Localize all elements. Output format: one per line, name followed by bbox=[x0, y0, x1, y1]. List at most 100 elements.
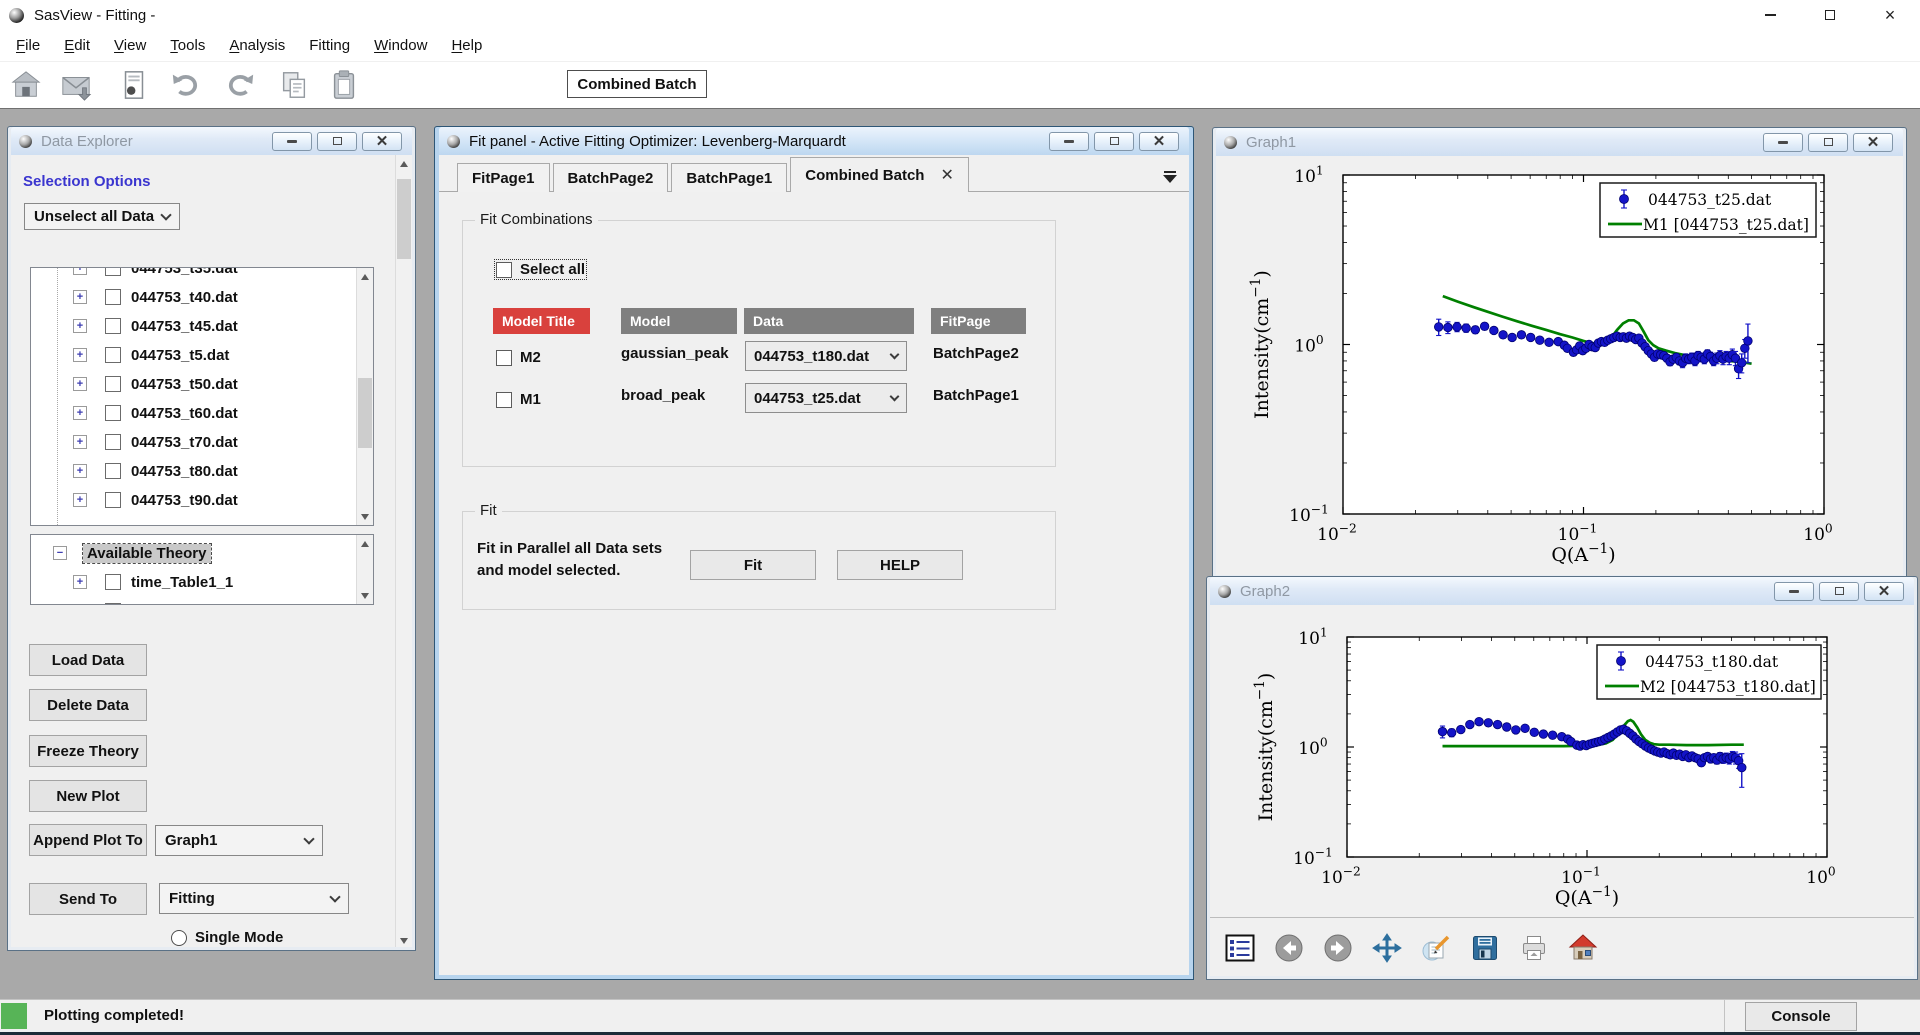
model-checkbox-m1[interactable]: M1 bbox=[496, 391, 541, 408]
scroll-up-icon[interactable] bbox=[357, 268, 373, 285]
checkbox-icon[interactable] bbox=[105, 347, 121, 363]
tree-item-label[interactable]: 044753_t90.dat bbox=[131, 492, 238, 509]
scroll-up-icon[interactable] bbox=[357, 535, 373, 552]
new-plot-button[interactable]: New Plot bbox=[29, 780, 147, 812]
undo-icon[interactable] bbox=[168, 67, 204, 103]
tree-row[interactable]: −Available Theory bbox=[31, 539, 373, 568]
load-data-button[interactable]: Load Data bbox=[29, 644, 147, 676]
menu-item-help[interactable]: Help bbox=[439, 32, 494, 59]
tree-row[interactable]: +044753_t60.dat bbox=[31, 399, 373, 428]
help-button[interactable]: HELP bbox=[837, 550, 963, 580]
menu-item-edit[interactable]: Edit bbox=[52, 32, 102, 59]
tab-batchpage1[interactable]: BatchPage1 bbox=[671, 163, 787, 192]
scroll-up-icon[interactable] bbox=[396, 155, 412, 172]
panel-scrollbar[interactable] bbox=[395, 155, 412, 947]
expand-icon[interactable]: + bbox=[73, 575, 87, 589]
checkbox-icon[interactable] bbox=[105, 289, 121, 305]
pan-icon[interactable] bbox=[1371, 932, 1403, 964]
append-plot-combo[interactable]: Graph1 bbox=[155, 825, 323, 856]
paste-icon[interactable] bbox=[326, 67, 362, 103]
tree-row[interactable]: +044753_t70.dat bbox=[31, 428, 373, 457]
expand-icon[interactable]: + bbox=[73, 319, 87, 333]
menu-item-analysis[interactable]: Analysis bbox=[217, 32, 297, 59]
expand-icon[interactable]: + bbox=[73, 377, 87, 391]
freeze-theory-button[interactable]: Freeze Theory bbox=[29, 735, 147, 767]
tree-item-label[interactable]: 044753_t40.dat bbox=[131, 289, 238, 306]
checkbox-icon[interactable] bbox=[105, 267, 121, 276]
console-button[interactable]: Console bbox=[1745, 1002, 1857, 1031]
expand-icon[interactable]: + bbox=[73, 464, 87, 478]
expand-icon[interactable]: + bbox=[73, 406, 87, 420]
single-mode-radio[interactable]: Single Mode bbox=[171, 929, 283, 946]
checkbox-icon[interactable] bbox=[105, 603, 121, 605]
data-tree[interactable]: +044753_t35.dat+044753_t40.dat+044753_t4… bbox=[30, 267, 374, 526]
tree-item-label[interactable]: 044753_t80.dat bbox=[131, 463, 238, 480]
close-icon[interactable]: ✕ bbox=[1139, 132, 1179, 151]
model-checkbox-m2[interactable]: M2 bbox=[496, 349, 541, 366]
close-icon[interactable]: ✕ bbox=[1853, 133, 1893, 152]
checkbox-icon[interactable] bbox=[496, 350, 512, 366]
maximize-icon[interactable] bbox=[1094, 132, 1134, 151]
checkbox-icon[interactable] bbox=[105, 492, 121, 508]
tree-item-label[interactable]: 044753_t45.dat bbox=[131, 318, 238, 335]
report-icon[interactable] bbox=[116, 67, 152, 103]
tree-item-label[interactable]: 044753_t60.dat bbox=[131, 405, 238, 422]
expand-icon[interactable]: + bbox=[73, 604, 87, 605]
menu-item-tools[interactable]: Tools bbox=[158, 32, 217, 59]
minimize-icon[interactable] bbox=[1740, 0, 1800, 30]
checkbox-icon[interactable] bbox=[105, 405, 121, 421]
append-plot-to-button[interactable]: Append Plot To bbox=[29, 824, 147, 856]
minimize-icon[interactable] bbox=[1049, 132, 1089, 151]
maximize-icon[interactable] bbox=[1800, 0, 1860, 30]
theory-tree-scrollbar[interactable] bbox=[356, 535, 373, 604]
tab-combined-batch[interactable]: Combined Batch✕ bbox=[790, 157, 969, 192]
copy-icon[interactable] bbox=[276, 67, 312, 103]
save-icon[interactable] bbox=[1469, 932, 1501, 964]
theory-tree[interactable]: −Available Theory + time_Table1_1 + bbox=[30, 534, 374, 605]
expand-icon[interactable]: + bbox=[73, 267, 87, 275]
scroll-down-icon[interactable] bbox=[396, 932, 412, 947]
minimize-icon[interactable] bbox=[1774, 582, 1814, 601]
tree-row[interactable]: +044753_t45.dat bbox=[31, 312, 373, 341]
tree-row[interactable]: + time_Table1_1 bbox=[31, 568, 373, 597]
maximize-icon[interactable] bbox=[1819, 582, 1859, 601]
tree-item-label[interactable]: 044753_t50.dat bbox=[131, 376, 238, 393]
fit-button[interactable]: Fit bbox=[690, 550, 816, 580]
tree-row[interactable]: +044753_t40.dat bbox=[31, 283, 373, 312]
save-project-icon[interactable] bbox=[58, 67, 94, 103]
graph1-plot[interactable]: 10−210−110010−1100101044753_t25.datM1 [0… bbox=[1216, 156, 1903, 575]
close-icon[interactable]: × bbox=[1860, 0, 1920, 30]
menu-item-file[interactable]: File bbox=[4, 32, 52, 59]
print-icon[interactable] bbox=[1518, 932, 1550, 964]
checkbox-icon[interactable] bbox=[105, 574, 121, 590]
tree-row[interactable]: +044753_t50.dat bbox=[31, 370, 373, 399]
forward-icon[interactable] bbox=[1322, 932, 1354, 964]
checkbox-icon[interactable] bbox=[105, 318, 121, 334]
select-all-checkbox[interactable]: Select all bbox=[496, 261, 585, 278]
fit-panel-title-bar[interactable]: Fit panel - Active Fitting Optimizer: Le… bbox=[439, 127, 1189, 155]
tab-batchpage2[interactable]: BatchPage2 bbox=[553, 163, 669, 192]
graph1-title-bar[interactable]: Graph1 ✕ bbox=[1216, 128, 1903, 156]
checkbox-icon[interactable] bbox=[105, 463, 121, 479]
tree-row[interactable]: + bbox=[31, 597, 373, 605]
delete-data-button[interactable]: Delete Data bbox=[29, 689, 147, 721]
tree-item-label[interactable]: 044753_t5.dat bbox=[131, 347, 229, 364]
graph2-title-bar[interactable]: Graph2 ✕ bbox=[1210, 577, 1914, 605]
back-icon[interactable] bbox=[1273, 932, 1305, 964]
tree-row[interactable]: +044753_t90.dat bbox=[31, 486, 373, 515]
tab-fitpage1[interactable]: FitPage1 bbox=[457, 163, 550, 192]
tree-row[interactable]: +044753_t5.dat bbox=[31, 341, 373, 370]
tab-list-dropdown-icon[interactable] bbox=[1163, 171, 1177, 183]
selection-combo[interactable]: Unselect all Data bbox=[24, 203, 180, 230]
home-icon[interactable] bbox=[1567, 932, 1599, 964]
checkbox-icon[interactable] bbox=[105, 376, 121, 392]
tree-item-label[interactable]: time_Table1_1 bbox=[131, 574, 233, 591]
load-data-icon[interactable] bbox=[8, 67, 44, 103]
scroll-down-icon[interactable] bbox=[357, 587, 373, 604]
maximize-icon[interactable] bbox=[1808, 133, 1848, 152]
tab-close-icon[interactable]: ✕ bbox=[940, 165, 953, 185]
maximize-icon[interactable] bbox=[317, 132, 357, 151]
checkbox-icon[interactable] bbox=[496, 262, 512, 278]
send-to-button[interactable]: Send To bbox=[29, 883, 147, 915]
tree-row[interactable]: +044753_t35.dat bbox=[31, 267, 373, 283]
